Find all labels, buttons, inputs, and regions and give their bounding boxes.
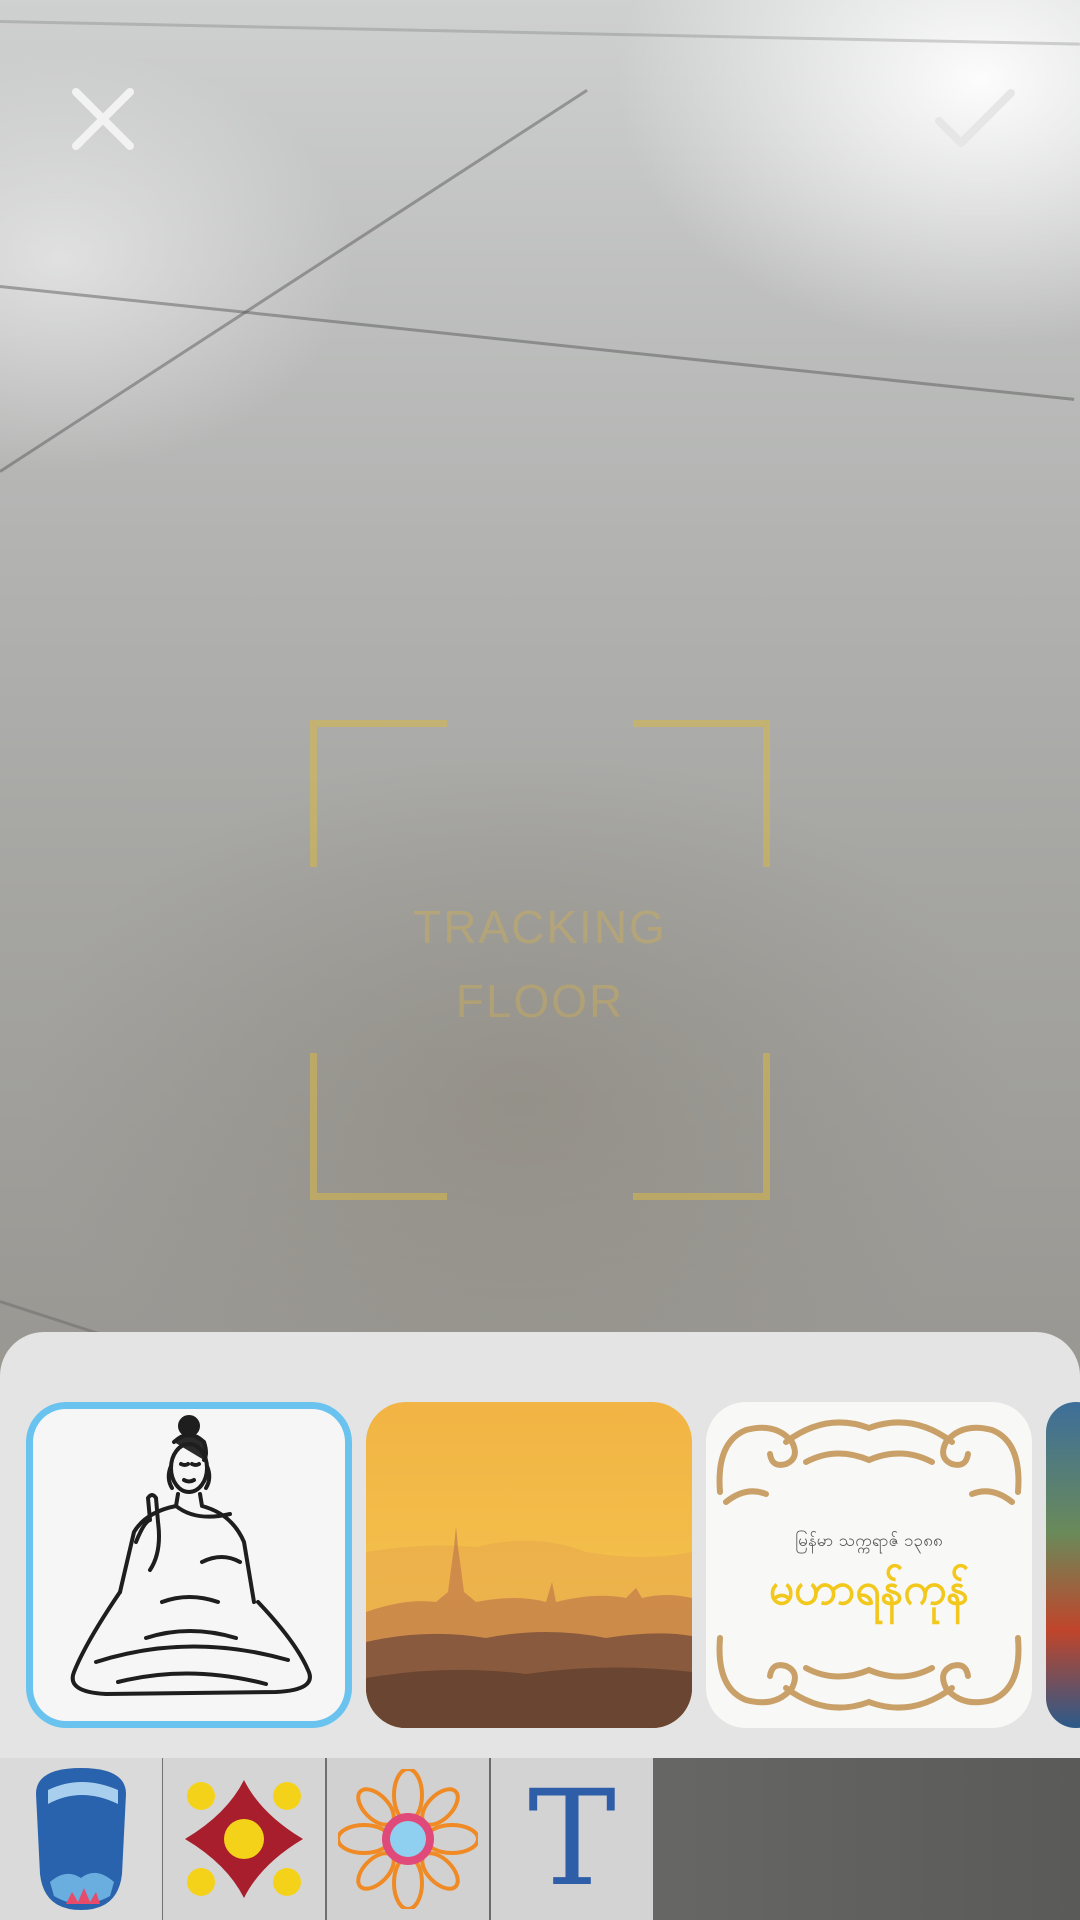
asset-tray: မြန်မာ သက္ကရာဇ် ၁၃၈၈ မဟာရန်ကုန် — [0, 1332, 1080, 1758]
close-button[interactable] — [48, 64, 158, 174]
title-card[interactable]: မြန်မာ သက္ကရာဇ် ၁၃၈၈ မဟာရန်ကုန် — [706, 1402, 1032, 1728]
lantern-category[interactable] — [0, 1758, 162, 1920]
reticle-corner — [633, 720, 770, 867]
lantern-icon — [36, 1768, 126, 1910]
close-icon — [72, 88, 134, 150]
title-card-heading: မဟာရန်ကုန် — [768, 1564, 970, 1615]
flower-category[interactable] — [163, 1758, 325, 1920]
title-card-subtitle: မြန်မာ သက္ကရာဇ် ၁၃၈၈ — [795, 1531, 943, 1551]
ornament-top-icon — [716, 1419, 1022, 1505]
buddha-icon — [70, 1415, 312, 1696]
mandala-category[interactable] — [327, 1758, 489, 1920]
ornament-bottom-icon — [716, 1635, 1022, 1711]
category-toolbar: T — [0, 1758, 1080, 1920]
floor-joint — [0, 285, 1075, 401]
checkmark-icon — [935, 89, 1015, 147]
mandala-icon — [338, 1769, 478, 1909]
painting-scene-card[interactable] — [1046, 1402, 1080, 1728]
temple-image — [366, 1526, 692, 1728]
flower-icon — [185, 1780, 303, 1898]
reticle-corner — [633, 1053, 770, 1200]
buddha-sticker-card[interactable] — [26, 1402, 352, 1728]
reticle-corner — [310, 720, 447, 867]
confirm-button[interactable] — [920, 64, 1030, 174]
floor-joint — [0, 20, 1080, 46]
temple-sunset-card[interactable] — [366, 1402, 692, 1728]
tracking-reticle: TRACKING FLOOR — [310, 720, 770, 1200]
text-icon: T — [527, 1762, 617, 1916]
reticle-corner — [310, 1053, 447, 1200]
text-category[interactable]: T — [491, 1758, 653, 1920]
tracking-status-text: TRACKING FLOOR — [413, 901, 667, 1027]
